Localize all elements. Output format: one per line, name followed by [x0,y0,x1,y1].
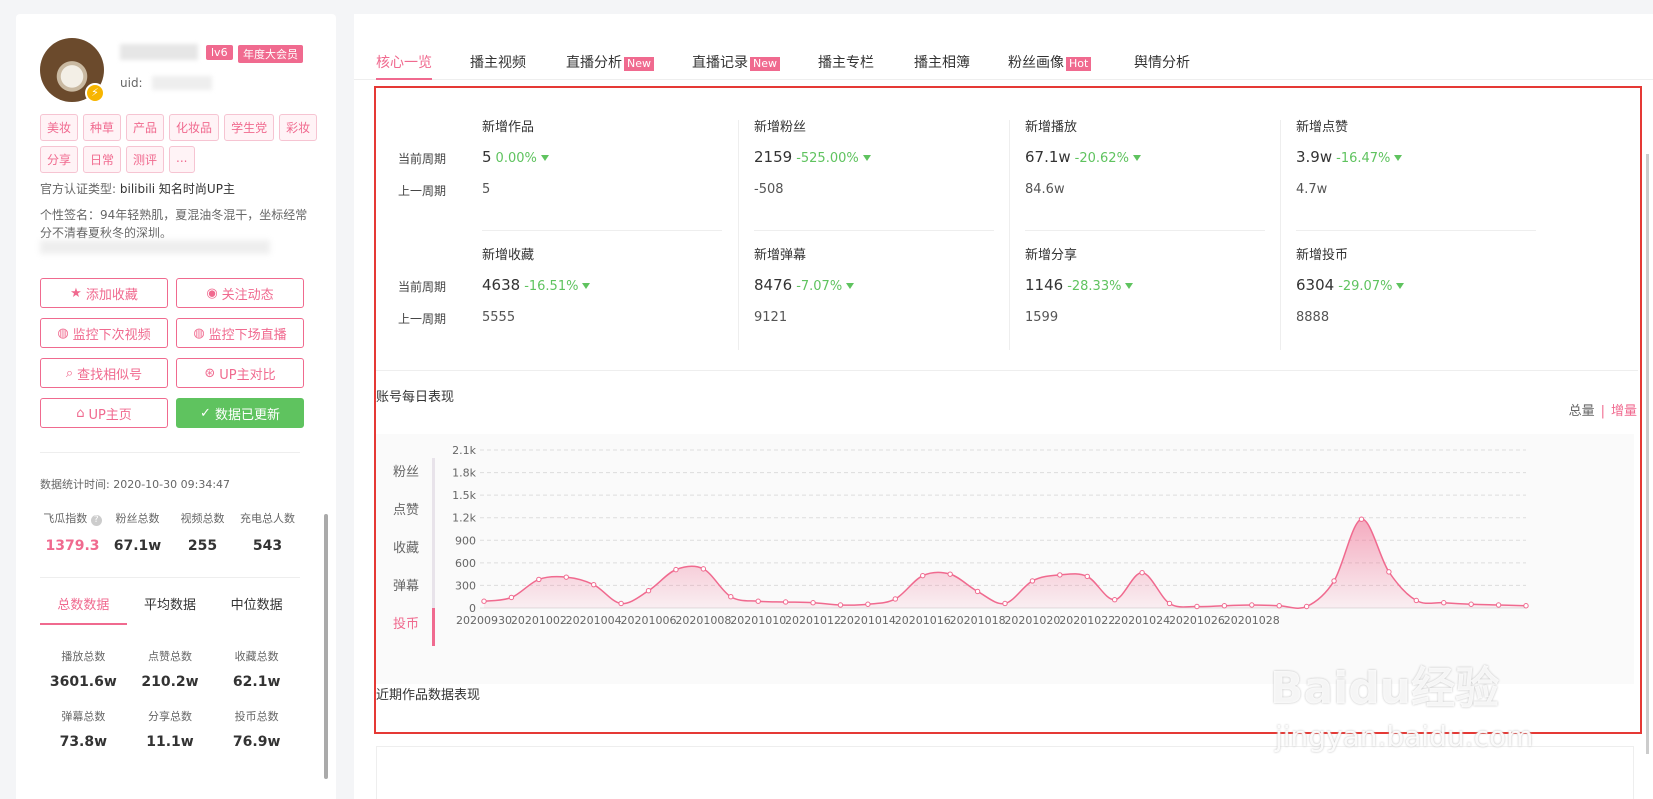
stat-time: 数据统计时间: 2020-10-30 09:34:47 [40,478,231,491]
recent-works-panel [376,746,1634,799]
eye-icon: ◉ [206,285,218,301]
tab-total-data[interactable]: 总数数据 [40,594,127,625]
tag[interactable]: 测评 [126,146,165,173]
stats-tabs: 总数数据 平均数据 中位数据 [40,594,300,625]
tag-list: 美妆 种草 产品 化妆品 学生党 彩妆 分享 日常 测评 ... [40,114,320,173]
tab-live-records[interactable]: 直播记录 New [692,52,780,72]
watermark-url: jingyan.baidu.com [1275,720,1534,753]
data-updated-button[interactable]: ✓ 数据已更新 [176,398,304,428]
add-favorite-button[interactable]: ★ 添加收藏 [40,278,168,308]
lightning-icon: ⚡ [85,83,105,103]
tab-median-data[interactable]: 中位数据 [213,594,300,625]
divider [40,452,300,453]
tab-average-data[interactable]: 平均数据 [127,594,214,625]
tab-core-overview[interactable]: 核心一览 [376,52,432,72]
main-tabs: 核心一览 播主视频 直播分析 New 直播记录 New 播主专栏 播主相簿 粉丝画像… [354,34,1653,80]
kpi-chargers: 充电总人数 543 [240,512,295,554]
certification: 官方认证类型: bilibili 知名时尚UP主 [40,180,235,197]
up-home-button[interactable]: ⌂ UP主页 [40,398,168,428]
tab-up-album[interactable]: 播主相簿 [914,52,970,72]
tag[interactable]: 产品 [126,114,165,141]
total-coin: 投币总数 76.9w [232,710,281,750]
new-badge: New [750,57,780,71]
star-icon: ★ [70,285,82,301]
kpi-fans: 粉丝总数 67.1w [113,512,162,554]
username-blurred [120,44,198,60]
follow-updates-button[interactable]: ◉ 关注动态 [176,278,304,308]
scrollbar[interactable] [324,514,328,779]
tag[interactable]: 日常 [83,146,122,173]
tab-up-column[interactable]: 播主专栏 [818,52,874,72]
total-share: 分享总数 11.1w [146,710,194,750]
action-buttons: ★ 添加收藏 ◉ 关注动态 ◍ 监控下次视频 ◍ 监控下场直播 ⌕ 查找相似号 ⊛ UP主对… [40,278,308,428]
monitor-icon: ◍ [193,325,205,341]
monitor-icon: ◍ [57,325,69,341]
compare-icon: ⊛ [204,365,216,381]
signature-blurred [40,240,270,254]
tab-live-analysis[interactable]: 直播分析 New [566,52,654,72]
total-danmaku: 弹幕总数 73.8w [59,710,108,750]
kpi-feigua: 飞瓜指数 ? 1379.3 [40,510,105,554]
tag[interactable]: 学生党 [224,114,275,141]
check-icon: ✓ [200,405,211,421]
uid-value-blurred [152,76,212,90]
tab-up-videos[interactable]: 播主视频 [470,52,526,72]
active-tab-underline [376,78,432,80]
kpi-row: 飞瓜指数 ? 1379.3 粉丝总数 67.1w 视频总数 255 充电总人数 543 [40,510,300,554]
cert-value: bilibili 知名时尚UP主 [119,182,235,196]
total-play: 播放总数 3601.6w [49,650,117,690]
new-badge: New [624,57,654,71]
total-favorite: 收藏总数 62.1w [232,650,281,690]
level-badge: lv6 [206,45,233,60]
search-icon: ⌕ [65,365,74,381]
monitor-next-live-button[interactable]: ◍ 监控下场直播 [176,318,304,348]
signature: 个性签名：94年轻熟肌，夏混油冬混干，坐标经常分不清春夏秋冬的深圳。 [40,208,308,240]
profile-panel: ⚡ lv6 年度大会员 uid: 美妆 种草 产品 化妆品 学生党 彩妆 分享 … [16,14,336,799]
kpi-videos: 视频总数 255 [180,512,225,554]
compare-up-button[interactable]: ⊛ UP主对比 [176,358,304,388]
scrollbar[interactable] [1646,154,1649,754]
tag[interactable]: 美妆 [40,114,79,141]
tag-more[interactable]: ... [169,146,195,173]
tab-sentiment[interactable]: 舆情分析 [1134,52,1190,72]
help-icon[interactable]: ? [90,515,102,526]
tag[interactable]: 分享 [40,146,79,173]
find-similar-button[interactable]: ⌕ 查找相似号 [40,358,168,388]
highlight-box [374,86,1642,734]
cert-label: 官方认证类型: [40,182,117,196]
tag[interactable]: 化妆品 [169,114,220,141]
tag[interactable]: 彩妆 [279,114,318,141]
monitor-next-video-button[interactable]: ◍ 监控下次视频 [40,318,168,348]
totals-grid: 播放总数 3601.6w 点赞总数 210.2w 收藏总数 62.1w 弹幕总数 73.… [40,648,300,750]
uid-label: uid: [120,76,143,90]
hot-badge: Hot [1066,57,1092,71]
watermark-logo: Baidu经验 [1270,663,1500,714]
tab-fan-portrait[interactable]: 粉丝画像 Hot [1008,52,1092,72]
total-like: 点赞总数 210.2w [141,650,199,690]
home-icon: ⌂ [76,405,85,421]
tag[interactable]: 种草 [83,114,122,141]
divider [40,577,300,578]
vip-badge: 年度大会员 [238,45,303,63]
